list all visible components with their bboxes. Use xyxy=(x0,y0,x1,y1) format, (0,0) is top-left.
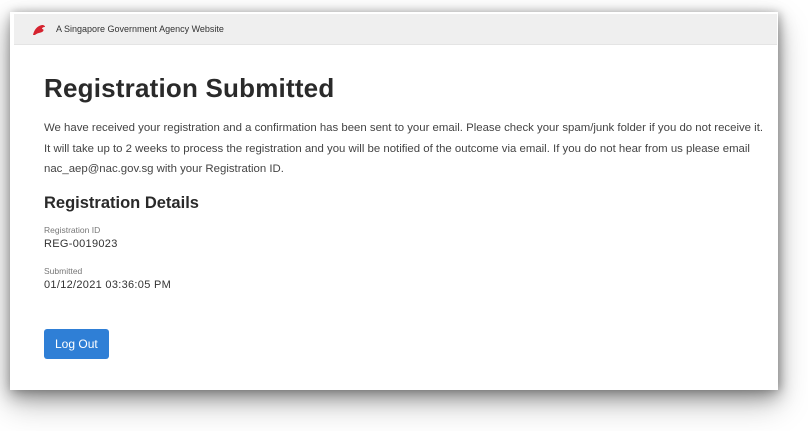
browser-page: A Singapore Government Agency Website Re… xyxy=(14,14,777,388)
submitted-label: Submitted xyxy=(44,265,83,276)
submitted-value: 01/12/2021 03:36:05 PM xyxy=(44,278,172,291)
government-masthead: A Singapore Government Agency Website xyxy=(14,14,777,45)
registration-id-label: Registration ID xyxy=(44,224,101,235)
masthead-text: A Singapore Government Agency Website xyxy=(56,24,224,34)
singapore-lion-icon xyxy=(32,23,46,35)
registration-id-value: REG-0019023 xyxy=(44,237,118,250)
registration-details-heading: Registration Details xyxy=(44,193,199,212)
page-title: Registration Submitted xyxy=(44,73,335,103)
confirmation-message: We have received your registration and a… xyxy=(44,122,764,175)
logout-button[interactable]: Log Out xyxy=(44,328,109,359)
main-content: Registration Submitted We have received … xyxy=(14,73,777,359)
